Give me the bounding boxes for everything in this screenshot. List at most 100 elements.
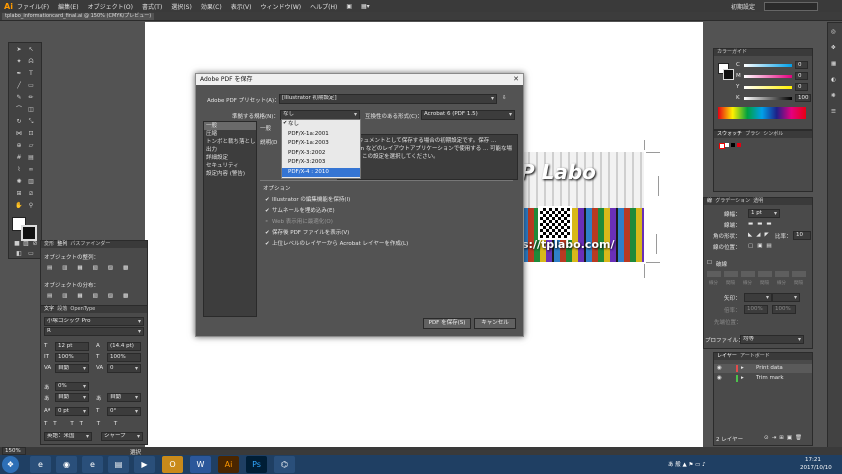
yellow-field[interactable]: 0 bbox=[795, 83, 808, 91]
cancel-button[interactable]: キャンセル bbox=[474, 318, 516, 329]
blob-brush-icon[interactable]: ⌒ bbox=[15, 107, 23, 113]
ie-icon[interactable]: e bbox=[30, 456, 51, 473]
black-slider[interactable] bbox=[744, 97, 792, 100]
limit-field[interactable]: 10 bbox=[793, 231, 811, 240]
edge-icon[interactable]: e bbox=[82, 456, 103, 473]
tab-transparency[interactable]: 透明 bbox=[753, 198, 763, 204]
type-tool-icon[interactable]: T bbox=[27, 71, 35, 77]
expand-icon[interactable]: ▸ bbox=[741, 365, 744, 371]
menu-type[interactable]: 書式(T) bbox=[142, 2, 162, 11]
align-stroke-buttons[interactable]: ▢▣▤ bbox=[748, 243, 776, 249]
network-app-icon[interactable]: ⌬ bbox=[274, 456, 295, 473]
category-output[interactable]: 出力 bbox=[204, 146, 256, 154]
tab-transform[interactable]: 変形 bbox=[44, 241, 54, 247]
direct-selection-tool-icon[interactable]: ↖ bbox=[27, 47, 35, 53]
tab-layers[interactable]: レイヤー bbox=[717, 353, 737, 359]
dashed-line-checkbox[interactable]: ☐ bbox=[707, 260, 712, 266]
tab-swatches[interactable]: スウォッチ bbox=[717, 131, 742, 137]
tab-character[interactable]: 文字 bbox=[44, 306, 54, 312]
panel-icon[interactable]: ☰ bbox=[831, 109, 836, 115]
start-arrow-select[interactable] bbox=[744, 293, 772, 302]
category-summary[interactable]: 設定内容 (警告) bbox=[204, 170, 256, 178]
artboard-tool-icon[interactable]: ⊞ bbox=[15, 191, 23, 197]
pdf-preset-select[interactable]: [Illustrator 初期設定] bbox=[279, 94, 497, 104]
photoshop-icon[interactable]: Ps bbox=[246, 456, 267, 473]
symbol-sprayer-icon[interactable]: ✺ bbox=[15, 179, 23, 185]
profile-select[interactable]: 均等 bbox=[740, 335, 804, 344]
stroke-color-swatch[interactable] bbox=[21, 225, 37, 241]
magenta-slider[interactable] bbox=[744, 75, 792, 78]
free-transform-icon[interactable]: ⊡ bbox=[27, 131, 35, 137]
category-compression[interactable]: 圧縮 bbox=[204, 130, 256, 138]
paintbrush-tool-icon[interactable]: ✎ bbox=[15, 95, 23, 101]
tab-gradient[interactable]: グラデーション bbox=[715, 198, 750, 204]
tab-align[interactable]: 整列 bbox=[57, 241, 67, 247]
graph-tool-icon[interactable]: ▥ bbox=[27, 179, 35, 185]
category-security[interactable]: セキュリティ bbox=[204, 162, 256, 170]
tracking-field[interactable]: 0 bbox=[107, 364, 141, 373]
color-mode-icon[interactable]: ■ bbox=[13, 241, 21, 247]
eyedropper-icon[interactable]: ⌇ bbox=[15, 167, 23, 173]
dash-field[interactable] bbox=[707, 271, 721, 277]
illustrator-taskbar-icon[interactable]: Ai bbox=[218, 456, 239, 473]
explorer-icon[interactable]: ▤ bbox=[108, 456, 129, 473]
layer-footer-buttons[interactable]: ⊙⇥⊞▣🗑 bbox=[764, 435, 805, 441]
stroke-weight-field[interactable]: 1 pt bbox=[748, 209, 780, 218]
save-preset-icon[interactable]: ⇩ bbox=[502, 95, 507, 101]
pencil-tool-icon[interactable]: ✏ bbox=[27, 95, 35, 101]
menu-edit[interactable]: 編集(E) bbox=[58, 2, 78, 11]
pen-tool-icon[interactable]: ✒ bbox=[15, 71, 23, 77]
checkbox[interactable]: ◦ bbox=[265, 219, 272, 225]
gap-field[interactable] bbox=[724, 271, 738, 277]
tray-icons[interactable]: あ 般 ▲ ⚑ ▭ ♪ bbox=[668, 460, 706, 468]
expand-icon[interactable]: ▸ bbox=[741, 375, 744, 381]
dash-field[interactable] bbox=[741, 271, 755, 277]
horizontal-scale-field[interactable]: 100% bbox=[107, 353, 141, 362]
checkbox[interactable]: ✔ bbox=[265, 241, 272, 247]
tab-paragraph[interactable]: 段落 bbox=[57, 306, 67, 312]
hand-tool-icon[interactable]: ✋ bbox=[15, 203, 23, 209]
dropdown-option[interactable]: PDF/X-1a:2001 bbox=[282, 130, 360, 140]
tab-symbols[interactable]: シンボル bbox=[763, 131, 783, 137]
gap-field[interactable] bbox=[758, 271, 772, 277]
dash-field[interactable] bbox=[775, 271, 789, 277]
layer-row[interactable]: ◉ ▸ Print data bbox=[714, 364, 812, 373]
rotate-tool-icon[interactable]: ↻ bbox=[15, 119, 23, 125]
menu-help[interactable]: ヘルプ(H) bbox=[310, 2, 337, 11]
option-embed-thumbnails[interactable]: ✔ サムネールを埋め込み(E) bbox=[265, 206, 335, 214]
shape-builder-icon[interactable]: ⊕ bbox=[15, 143, 23, 149]
category-marks-bleeds[interactable]: トンボと裁ち落とし bbox=[204, 138, 256, 146]
gap-field[interactable] bbox=[792, 271, 806, 277]
tab-brushes[interactable]: ブラシ bbox=[745, 131, 760, 137]
card-title-text[interactable]: P Labo bbox=[520, 160, 596, 184]
magic-wand-icon[interactable]: ✦ bbox=[15, 59, 23, 65]
menu-window[interactable]: ウィンドウ(W) bbox=[261, 2, 302, 11]
aki-left-field[interactable]: 自動 bbox=[55, 393, 89, 402]
panel-icon[interactable]: ❋ bbox=[831, 93, 836, 99]
distribute-objects-buttons[interactable]: ▤▥▦▧▨▩ bbox=[47, 293, 138, 299]
width-tool-icon[interactable]: ⋈ bbox=[15, 131, 23, 137]
word-icon[interactable]: W bbox=[190, 456, 211, 473]
layer-name[interactable]: Trim mark bbox=[756, 375, 784, 381]
layer-name[interactable]: Print data bbox=[756, 365, 783, 371]
align-objects-buttons[interactable]: ▤▥▦▧▨▩ bbox=[47, 265, 138, 271]
rotate-char-field[interactable]: 0° bbox=[107, 407, 141, 416]
end-scale-field[interactable]: 100% bbox=[772, 305, 796, 314]
selection-tool-icon[interactable]: ➤ bbox=[15, 47, 23, 53]
black-field[interactable]: 100 bbox=[795, 94, 811, 102]
menu-select[interactable]: 選択(S) bbox=[171, 2, 192, 11]
blend-tool-icon[interactable]: ∞ bbox=[27, 167, 35, 173]
card-url-text[interactable]: s://tplabo.com/ bbox=[522, 238, 614, 251]
panel-icon[interactable]: ✥ bbox=[831, 45, 836, 51]
vertical-scale-field[interactable]: 100% bbox=[55, 353, 89, 362]
swatch[interactable] bbox=[731, 143, 735, 147]
menu-effect[interactable]: 効果(C) bbox=[201, 2, 222, 11]
dropdown-option[interactable]: PDF/X-1a:2003 bbox=[282, 139, 360, 149]
tab-artboards[interactable]: アートボード bbox=[740, 353, 770, 359]
yellow-slider[interactable] bbox=[744, 86, 792, 89]
cyan-slider[interactable] bbox=[744, 64, 792, 67]
bridge-icon[interactable]: ▣ bbox=[346, 3, 352, 10]
close-icon[interactable]: ✕ bbox=[512, 75, 520, 83]
antialias-select[interactable]: シャープ bbox=[101, 432, 143, 441]
workspace-switcher[interactable]: 初期設定 bbox=[731, 2, 755, 11]
